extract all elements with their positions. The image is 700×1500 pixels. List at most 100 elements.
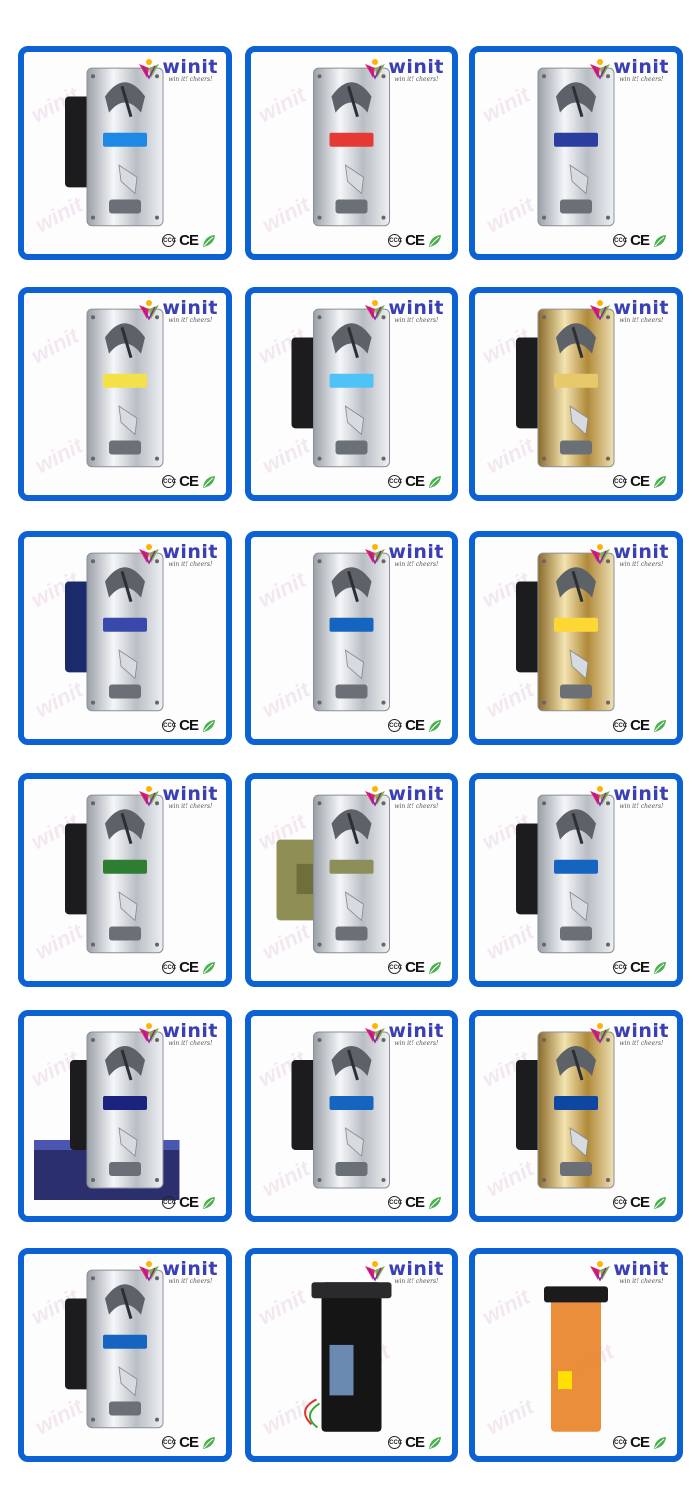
rohs-leaf-icon <box>654 234 666 247</box>
brand-logo-icon <box>365 59 386 80</box>
brand-logo-icon <box>365 1261 386 1282</box>
ccc-mark: CCC <box>162 234 176 247</box>
brand-name: winit <box>613 56 669 78</box>
product-image-area: winitwinitwinitwinitwin it! cheers!CCCCE <box>251 779 452 981</box>
ce-mark: CE <box>630 959 650 976</box>
label-plate <box>329 373 374 388</box>
rohs-leaf-icon <box>654 1436 666 1449</box>
rohs-leaf-icon <box>654 475 666 488</box>
brand-logo: winit win it! cheers! <box>138 543 218 573</box>
brand-logo: winit win it! cheers! <box>589 543 669 573</box>
brand-name: winit <box>388 541 444 563</box>
product-card[interactable]: winitwinitwinitwinitwin it! cheers!CCCCE <box>245 1248 458 1462</box>
brand-name: winit <box>613 1258 669 1280</box>
coin-return <box>109 684 141 699</box>
product-card[interactable]: winitwinitwinitwinitwin it! cheers!CCCCE <box>245 287 458 501</box>
product-card[interactable]: winitwinitwinitwinitwin it! cheers!CCCCE <box>469 1010 683 1222</box>
label-plate <box>554 859 598 874</box>
brand-logo-icon <box>139 786 160 807</box>
rohs-leaf-icon <box>429 719 441 732</box>
product-card[interactable]: winitwinitwinitwinitwin it! cheers!CCCCE <box>245 46 458 260</box>
brand-name: winit <box>162 783 218 805</box>
product-image-area: winitwinitwinitwinitwin it! cheers!CCCCE <box>475 1016 677 1216</box>
ce-mark: CE <box>630 1434 650 1451</box>
certification-marks: CCC CE <box>162 1434 216 1451</box>
certification-marks: CCC CE <box>162 717 216 734</box>
ce-mark: CE <box>179 232 199 249</box>
product-card[interactable]: winitwinitwinitwinitwin it! cheers!CCCCE <box>18 1248 232 1462</box>
ce-mark: CE <box>179 1194 199 1211</box>
certification-marks: CCC CE <box>162 1194 216 1211</box>
product-image-area: winitwinitwinitwinitwin it! cheers!CCCCE <box>475 537 677 739</box>
product-image-area: winitwinitwinitwinitwin it! cheers!CCCCE <box>24 1254 226 1456</box>
label-plate <box>103 373 147 388</box>
brand-logo: winit win it! cheers! <box>138 785 218 815</box>
ccc-mark: CCC <box>388 1196 402 1209</box>
brand-tagline: win it! cheers! <box>168 1040 213 1047</box>
certification-marks: CCC CE <box>613 717 667 734</box>
brand-logo-icon <box>365 300 386 321</box>
product-card[interactable]: winitwinitwinitwinitwin it! cheers!CCCCE <box>18 1010 232 1222</box>
product-card[interactable]: winitwinitwinitwinitwin it! cheers!CCCCE <box>469 287 683 501</box>
rohs-leaf-icon <box>429 961 441 974</box>
ccc-mark: CCC <box>388 961 402 974</box>
product-image-area: winitwinitwinitwinitwin it! cheers!CCCCE <box>475 779 677 981</box>
product-card[interactable]: winitwinitwinitwinitwin it! cheers!CCCCE <box>469 531 683 745</box>
product-card[interactable]: winitwinitwinitwinitwin it! cheers!CCCCE <box>245 531 458 745</box>
brand-logo: winit win it! cheers! <box>138 1260 218 1290</box>
ce-mark: CE <box>179 959 199 976</box>
coin-return <box>335 684 368 699</box>
brand-logo: winit win it! cheers! <box>364 543 444 573</box>
label-plate <box>554 1096 598 1110</box>
product-card[interactable]: winitwinitwinitwinitwin it! cheers!CCCCE <box>18 287 232 501</box>
brand-name: winit <box>162 1020 218 1042</box>
label-plate <box>554 617 598 632</box>
brand-tagline: win it! cheers! <box>619 317 664 324</box>
ce-mark: CE <box>630 1194 650 1211</box>
rohs-leaf-icon <box>429 475 441 488</box>
certification-marks: CCC CE <box>613 959 667 976</box>
brand-logo-icon <box>139 300 160 321</box>
coin-return <box>560 199 592 214</box>
brand-logo-icon <box>139 59 160 80</box>
coin-return <box>335 1162 368 1176</box>
product-card[interactable]: winitwinitwinitwinitwin it! cheers!CCCCE <box>18 773 232 987</box>
rohs-leaf-icon <box>203 1196 215 1209</box>
product-card[interactable]: winitwinitwinitwinitwin it! cheers!CCCCE <box>245 773 458 987</box>
ccc-mark: CCC <box>613 719 627 732</box>
certification-marks: CCC CE <box>162 959 216 976</box>
brand-tagline: win it! cheers! <box>394 1278 439 1285</box>
coin-return <box>109 440 141 455</box>
product-image-area: winitwinitwinitwinitwin it! cheers!CCCCE <box>251 537 452 739</box>
product-card[interactable]: winitwinitwinitwinitwin it! cheers!CCCCE <box>18 46 232 260</box>
product-card[interactable]: winitwinitwinitwinitwin it! cheers!CCCCE <box>469 773 683 987</box>
product-card[interactable]: winitwinitwinitwinitwin it! cheers!CCCCE <box>469 1248 683 1462</box>
brand-name: winit <box>388 1258 444 1280</box>
rohs-leaf-icon <box>429 1196 441 1209</box>
label-plate <box>103 617 147 632</box>
ce-mark: CE <box>405 232 425 249</box>
product-card[interactable]: winitwinitwinitwinitwin it! cheers!CCCCE <box>245 1010 458 1222</box>
coin-return <box>109 199 141 214</box>
coin-return <box>560 926 592 941</box>
coin-return <box>109 926 141 941</box>
rohs-leaf-icon <box>654 961 666 974</box>
label-plate <box>554 132 598 147</box>
brand-tagline: win it! cheers! <box>168 803 213 810</box>
product-image-area: winitwinitwinitwinitwin it! cheers!CCCCE <box>24 1016 226 1216</box>
brand-name: winit <box>613 1020 669 1042</box>
ccc-mark: CCC <box>162 961 176 974</box>
label-plate <box>103 132 147 147</box>
rohs-leaf-icon <box>429 234 441 247</box>
certification-marks: CCC CE <box>388 1194 442 1211</box>
ccc-mark: CCC <box>162 719 176 732</box>
product-card[interactable]: winitwinitwinitwinitwin it! cheers!CCCCE <box>469 46 683 260</box>
coin-return <box>560 440 592 455</box>
brand-tagline: win it! cheers! <box>168 76 213 83</box>
product-card[interactable]: winitwinitwinitwinitwin it! cheers!CCCCE <box>18 531 232 745</box>
ccc-mark: CCC <box>613 961 627 974</box>
brand-logo-icon <box>590 300 611 321</box>
ccc-mark: CCC <box>162 1436 176 1449</box>
certification-marks: CCC CE <box>613 1434 667 1451</box>
brand-tagline: win it! cheers! <box>168 561 213 568</box>
